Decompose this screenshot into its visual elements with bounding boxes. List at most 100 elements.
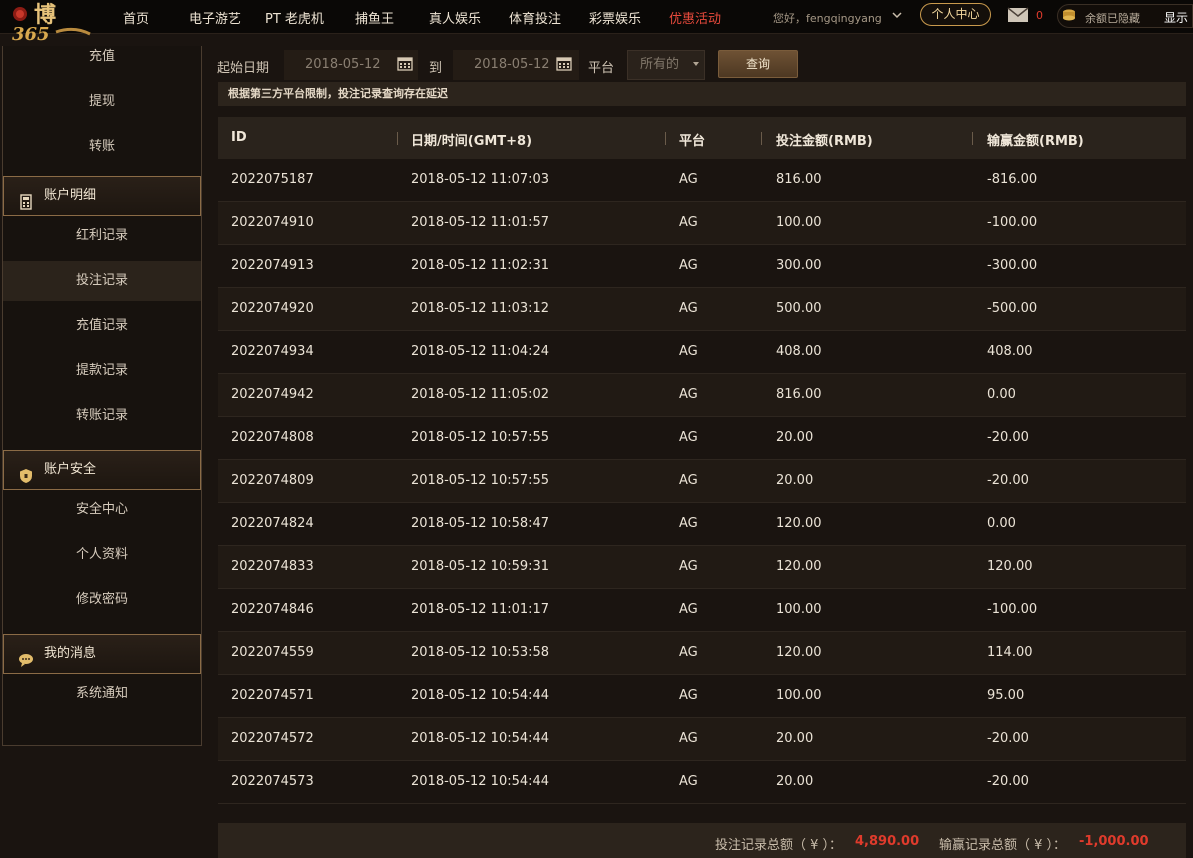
nav-item[interactable]: PT 老虎机 [265,8,324,27]
caret-down-icon [693,62,699,66]
calendar-icon[interactable] [397,56,413,71]
table-cell: 2022074920 [231,301,314,316]
totals-bar: 投注记录总额（ ¥ ）： 4,890.00 输赢记录总额（ ¥ ）： -1,00… [218,823,1186,858]
table-cell: 2018-05-12 10:59:31 [411,559,550,574]
table-cell: AG [679,301,698,316]
table-row: 2022075187 2018-05-12 11:07:03 AG 816.00 -81… [218,159,1186,202]
table-cell: 114.00 [987,645,1033,660]
sidebar-section-title: 账户安全 [44,462,97,477]
column-header: 输赢金额(RMB) [987,134,1084,149]
table-cell: 2022074808 [231,430,314,445]
table-cell: 120.00 [776,645,822,660]
table-cell: 2022074573 [231,774,314,789]
table-cell: 20.00 [776,731,814,746]
delay-notice: 根据第三方平台限制，投注记录查询存在延迟 [218,82,1186,106]
mail-icon[interactable] [1007,7,1029,23]
sidebar-section-header[interactable]: 账户安全 [3,450,201,490]
table-cell: 100.00 [776,215,822,230]
table-cell: AG [679,387,698,402]
sidebar-item[interactable]: 充值记录 [3,306,201,346]
table-row: 2022074571 2018-05-12 10:54:44 AG 100.00 95.… [218,675,1186,718]
user-greeting: 您好，fengqingyang [773,12,882,25]
sidebar-link[interactable]: 转账 [3,136,201,176]
table-cell: 300.00 [776,258,822,273]
sidebar-item[interactable]: 转账记录 [3,396,201,436]
chat-icon [18,646,34,667]
sidebar-link[interactable]: 提现 [3,91,201,131]
sidebar-item[interactable]: 投注记录 [3,261,201,301]
table-row: 2022074846 2018-05-12 11:01:17 AG 100.00 -10… [218,589,1186,632]
table-cell: AG [679,774,698,789]
personal-center-button[interactable]: 个人中心 [920,3,991,26]
column-header: ID [231,130,247,145]
table-row: 2022074559 2018-05-12 10:53:58 AG 120.00 114… [218,632,1186,675]
coin-icon [1063,9,1075,21]
table-row: 2022074573 2018-05-12 10:54:44 AG 20.00 -20.… [218,761,1186,804]
table-cell: 408.00 [987,344,1033,359]
table-row: 2022074833 2018-05-12 10:59:31 AG 120.00 120… [218,546,1186,589]
table-cell: AG [679,731,698,746]
sidebar-item[interactable]: 安全中心 [3,490,201,530]
sidebar-item[interactable]: 系统通知 [3,674,201,714]
table-cell: 120.00 [987,559,1033,574]
nav-item[interactable]: 真人娱乐 [429,8,481,27]
nav-item[interactable]: 首页 [123,8,149,27]
calendar-icon[interactable] [556,56,572,71]
table-row: 2022074824 2018-05-12 10:58:47 AG 120.00 0.0… [218,503,1186,546]
table-cell: 2018-05-12 10:54:44 [411,731,550,746]
bet-records-table: 2022075187 2018-05-12 11:07:03 AG 816.00 -81… [218,159,1186,804]
table-row: 2022074913 2018-05-12 11:02:31 AG 300.00 -30… [218,245,1186,288]
table-row: 2022074942 2018-05-12 11:05:02 AG 816.00 0.0… [218,374,1186,417]
column-divider [397,132,398,145]
table-cell: 20.00 [776,430,814,445]
sidebar-item[interactable]: 提款记录 [3,351,201,391]
query-button[interactable]: 查询 [718,50,798,78]
table-cell: 100.00 [776,688,822,703]
nav-item[interactable]: 彩票娱乐 [589,8,641,27]
nav-item[interactable]: 优惠活动 [669,8,721,27]
table-cell: 2022074572 [231,731,314,746]
sidebar-item[interactable]: 个人资料 [3,535,201,575]
win-total-label: 输赢记录总额（ ¥ ）： [939,838,1067,853]
table-cell: 2018-05-12 11:01:17 [411,602,550,617]
table-cell: AG [679,172,698,187]
table-cell: AG [679,688,698,703]
sidebar-link[interactable]: 充值 [3,46,201,86]
svg-text:365: 365 [12,24,50,44]
table-cell: -500.00 [987,301,1038,316]
table-cell: AG [679,344,698,359]
table-cell: -300.00 [987,258,1038,273]
nav-item[interactable]: 捕鱼王 [355,8,394,27]
sidebar-section-title: 我的消息 [44,646,97,661]
table-cell: 120.00 [776,559,822,574]
sidebar-item[interactable]: 红利记录 [3,216,201,256]
top-navbar: 博 365 首页 电子游艺 PT 老虎机 捕鱼王 真人娱乐 体育投注 彩票娱乐 优惠活动 您好… [0,0,1193,45]
column-divider [972,132,973,145]
table-row: 2022074809 2018-05-12 10:57:55 AG 20.00 -20.… [218,460,1186,503]
sidebar-section-header[interactable]: 我的消息 [3,634,201,674]
win-total-value: -1,000.00 [1079,834,1149,849]
sidebar-section-title: 账户明细 [44,188,97,203]
table-row: 2022074572 2018-05-12 10:54:44 AG 20.00 -20.… [218,718,1186,761]
nav-item[interactable]: 电子游艺 [189,8,241,27]
table-cell: 2022074913 [231,258,314,273]
column-divider [665,132,666,145]
table-cell: 2018-05-12 10:54:44 [411,774,550,789]
table-cell: 2018-05-12 11:03:12 [411,301,550,316]
table-cell: AG [679,215,698,230]
sidebar-item[interactable]: 修改密码 [3,580,201,620]
table-cell: -20.00 [987,473,1029,488]
table-cell: 2018-05-12 11:04:24 [411,344,550,359]
table-cell: -816.00 [987,172,1038,187]
sidebar-section-header[interactable]: 账户明细 [3,176,201,216]
table-cell: AG [679,473,698,488]
show-balance-button[interactable]: 显示 [1164,9,1188,26]
table-cell: AG [679,516,698,531]
table-cell: 2018-05-12 11:07:03 [411,172,550,187]
table-cell: 120.00 [776,516,822,531]
table-cell: 2022074934 [231,344,314,359]
site-logo[interactable]: 博 365 [4,0,96,45]
nav-item[interactable]: 体育投注 [509,8,561,27]
table-cell: 2022074833 [231,559,314,574]
chevron-down-icon[interactable] [890,8,904,22]
